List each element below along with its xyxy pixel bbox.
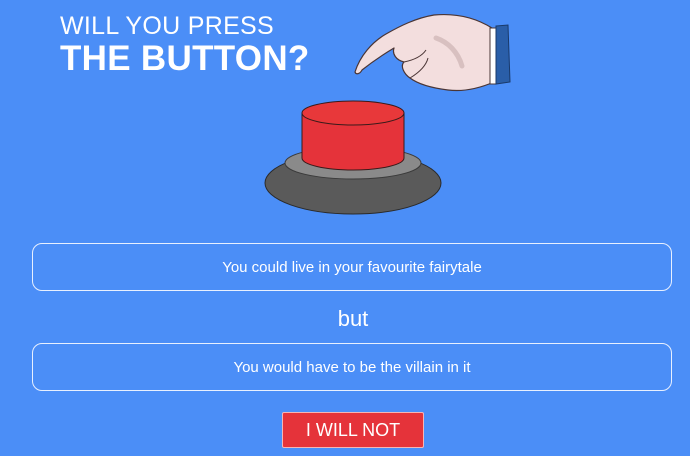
option-a-text: You could live in your favourite fairyta… — [222, 258, 482, 276]
decline-button[interactable]: I WILL NOT — [282, 412, 424, 448]
option-b-text: You would have to be the villain in it — [233, 358, 471, 376]
button-illustration — [264, 13, 511, 215]
pointing-hand-icon — [354, 13, 511, 92]
option-a-card[interactable]: You could live in your favourite fairyta… — [32, 243, 672, 291]
red-push-button-icon[interactable] — [264, 100, 442, 215]
option-b-card[interactable]: You would have to be the villain in it — [32, 343, 672, 391]
separator-text: but — [337, 306, 369, 331]
